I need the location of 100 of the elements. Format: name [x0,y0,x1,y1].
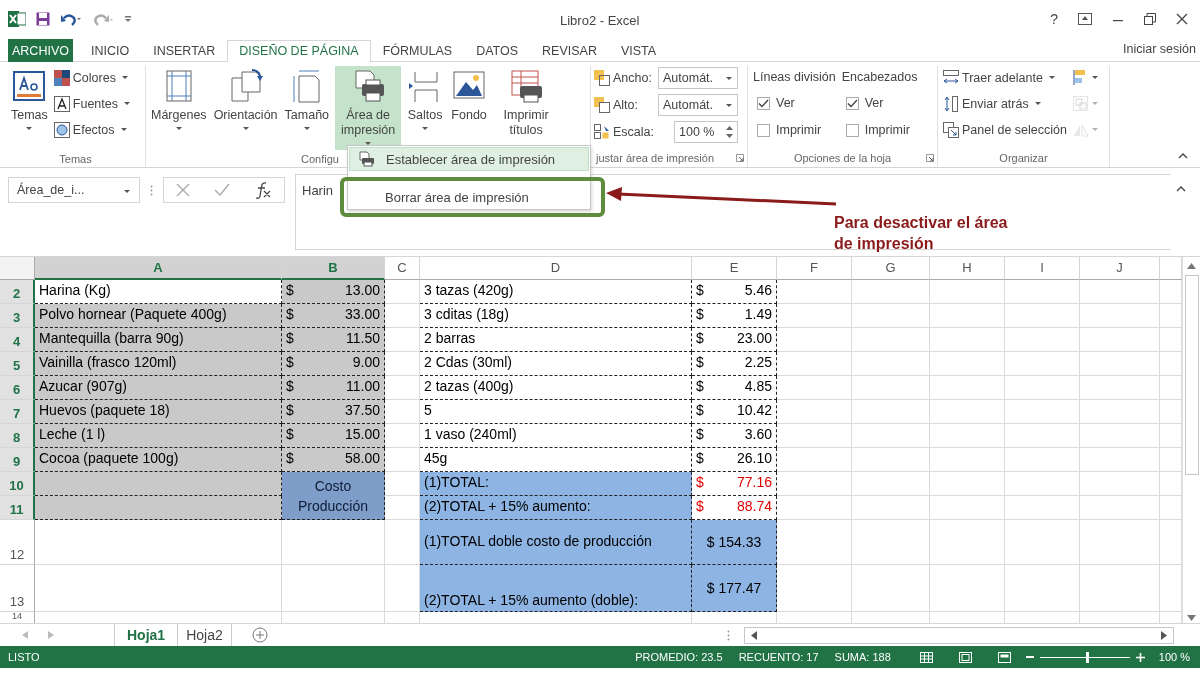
checkbox[interactable]: Imprimir [751,118,838,142]
horizontal-scrollbar[interactable] [744,626,1174,644]
column-header[interactable]: B [282,257,385,280]
table-cell: Mantequilla (barra 90g) [35,328,282,352]
table-cell: $ 33.00 [282,304,385,328]
dropdown-field[interactable]: Automát. [658,67,738,89]
menu-item[interactable]: Borrar área de impresión [349,185,588,209]
row-header[interactable]: 3 [0,304,35,328]
ribbon-tab[interactable]: DISEÑO DE PÁGINA [227,40,371,62]
ribbon-button[interactable]: Fondo [449,66,490,150]
ribbon-button[interactable]: Traer adelante [941,66,1069,89]
ribbon-button[interactable]: Panel de selección [941,118,1069,141]
group-label: Temas [59,152,92,165]
scale-icon [943,121,959,138]
ribbon-button[interactable]: Saltos [405,66,446,150]
table-cell [385,520,420,565]
column-header[interactable]: G [852,257,930,280]
status-stat: RECUENTO: 17 [738,651,819,663]
ribbon-tab[interactable]: INSERTAR [141,40,228,62]
file-tab[interactable]: ARCHIVO [8,39,73,62]
ribbon-tab[interactable]: FÓRMULAS [370,40,465,62]
table-cell: $ 37.50 [282,400,385,424]
ribbon-button[interactable]: Temas [9,66,50,150]
ribbon-button[interactable]: Colores [51,66,133,89]
table-cell: $ 1.49 [692,304,777,328]
table-cell: $ 2.25 [692,352,777,376]
field-label: Ancho: [613,71,653,85]
table-cell [385,304,420,328]
column-header[interactable]: F [777,257,852,280]
save-icon[interactable] [36,12,50,26]
zoom-level[interactable]: 100 % [1158,651,1190,663]
close-icon[interactable] [1176,13,1188,25]
scroll-right-icon[interactable] [1161,630,1167,640]
scroll-left-icon[interactable] [751,630,757,640]
page-layout-view-icon[interactable] [958,651,972,663]
scrollbar-thumb[interactable] [1184,275,1199,475]
column-header[interactable]: D [420,257,692,280]
sheet-tab[interactable]: Hoja1 [114,623,179,647]
collapse-formula-icon[interactable] [1176,186,1186,192]
ribbon-button[interactable]: Efectos [51,118,133,141]
ribbon-button[interactable]: Márgenes [149,66,209,150]
column-header[interactable]: I [1005,257,1080,280]
dropdown-field[interactable]: Automát. [658,94,738,116]
ribbon-button[interactable]: Fuentes [51,92,133,115]
ribbon-tab[interactable]: REVISAR [530,40,609,62]
checkbox[interactable]: Imprimir [839,118,920,142]
zoom-in-button[interactable] [1133,651,1147,663]
fonts-icon [53,95,70,112]
dialog-launcher-icon[interactable] [926,154,934,162]
checkbox[interactable]: Ver [751,91,838,115]
restore-icon[interactable] [1144,13,1156,25]
row-header[interactable]: 7 [0,400,35,424]
row-header[interactable]: 9 [0,448,35,472]
column-header[interactable]: E [692,257,777,280]
scroll-down-icon[interactable] [1187,615,1196,621]
column-header[interactable]: A [35,257,282,280]
row-header[interactable]: 2 [0,280,35,304]
ribbon-tab[interactable]: VISTA [608,40,669,62]
page-break-view-icon[interactable] [997,651,1011,663]
row-header[interactable]: 4 [0,328,35,352]
dialog-launcher-icon[interactable] [736,154,744,162]
spinner-arrows-icon [726,125,733,139]
column-header[interactable]: C [385,257,420,280]
normal-view-icon[interactable] [919,651,933,663]
table-cell: $ 9.00 [282,352,385,376]
ribbon-button[interactable]: Enviar atrás [941,92,1069,115]
sign-in-link[interactable]: Iniciar sesión [1119,42,1200,61]
table-cell: 1 vaso (240ml) [420,424,692,448]
width-icon [943,69,959,86]
ribbon-button[interactable]: Área de impresión [335,66,402,150]
name-box[interactable]: Área_de_i... [8,177,140,203]
undo-icon[interactable] [60,12,82,26]
ribbon-tab[interactable]: DATOS [464,40,531,62]
help-button[interactable]: ? [1050,11,1058,27]
row-header[interactable]: 10 [0,472,35,496]
customize-icon[interactable] [124,15,132,23]
ribbon-button[interactable]: Imprimir títulos [493,66,560,150]
table-cell [385,472,420,496]
ribbon-button[interactable]: Tamaño [282,66,332,150]
scroll-up-icon[interactable] [1187,263,1196,269]
column-header[interactable]: J [1080,257,1160,280]
checkbox[interactable]: Ver [839,91,920,115]
collapse-ribbon-icon[interactable] [1178,153,1188,159]
row-header[interactable]: 12 [0,520,35,565]
table-cell [385,352,420,376]
row-header[interactable]: 8 [0,424,35,448]
row-header[interactable]: 6 [0,376,35,400]
column-header[interactable]: H [930,257,1005,280]
ribbon-tab[interactable]: INICIO [78,40,142,62]
ribbon-button[interactable]: Orientación [212,66,279,150]
selection-pane-icon [594,124,610,140]
add-sheet-icon[interactable] [251,627,268,643]
row-header[interactable]: 11 [0,496,35,520]
row-header[interactable]: 5 [0,352,35,376]
row-header[interactable]: 13 [0,565,35,612]
group-heading: Líneas división [752,69,837,86]
insert-function-icon[interactable] [254,181,272,199]
spinner-field[interactable]: 100 % [674,121,738,143]
ribbon-display-icon[interactable] [1078,13,1092,25]
menu-item[interactable]: Establecer área de impresión [349,147,589,171]
